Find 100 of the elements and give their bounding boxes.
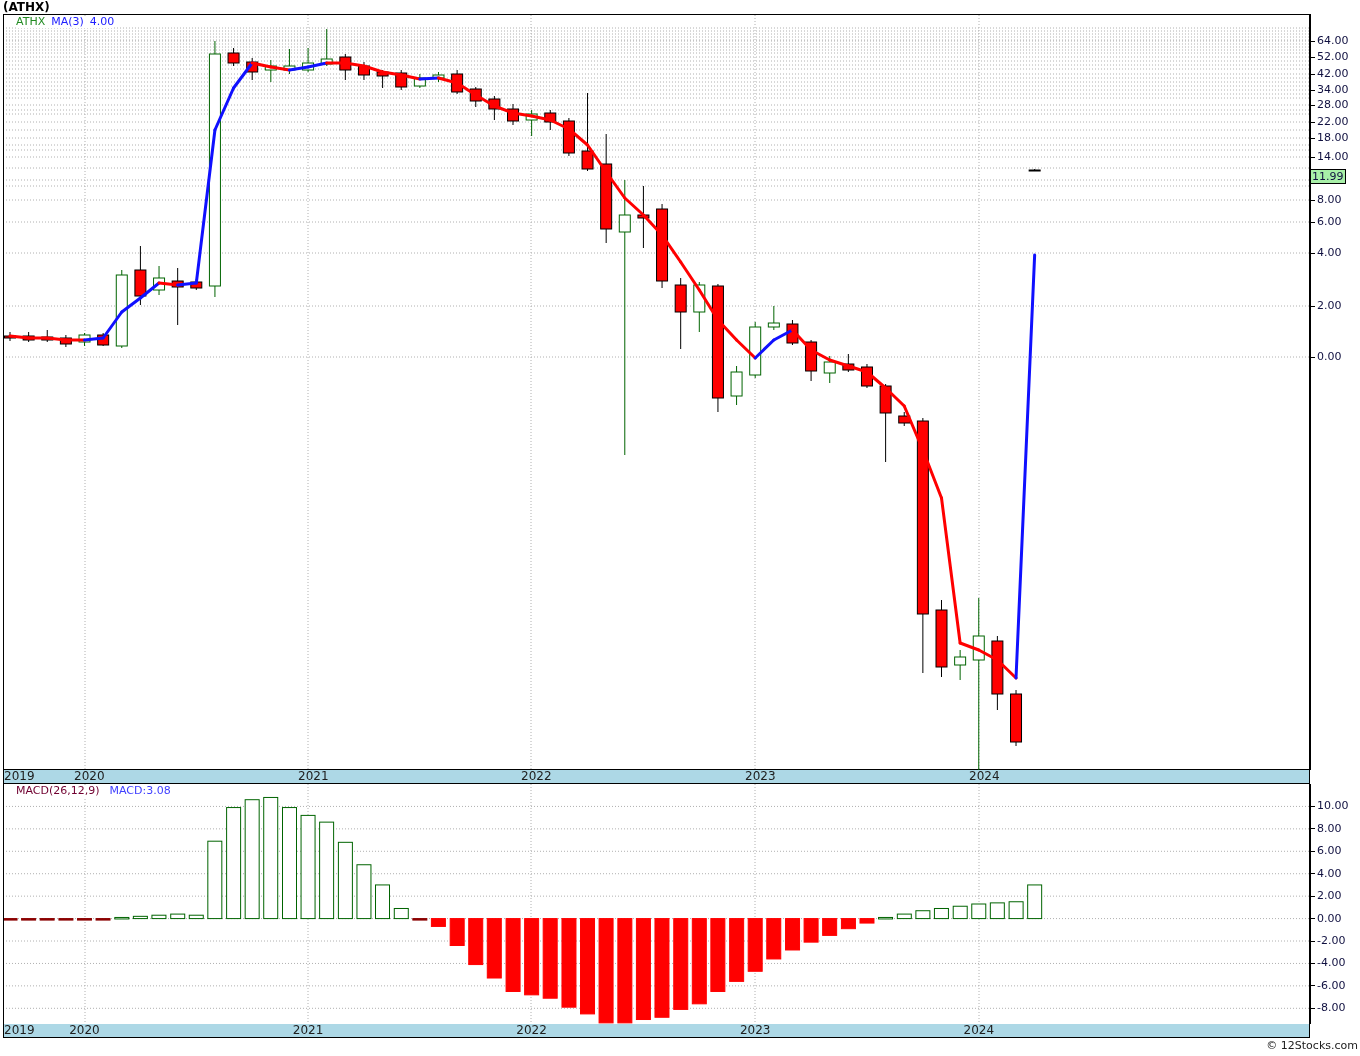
year-label: 2021 xyxy=(298,769,329,783)
macd-bar xyxy=(375,884,390,920)
macd-bar xyxy=(933,908,949,920)
price-label: 2.00 xyxy=(1317,299,1342,313)
year-label: 2019 xyxy=(4,1023,35,1037)
macd-bar xyxy=(21,918,37,921)
candlestick xyxy=(786,319,799,346)
macd-bar xyxy=(896,913,912,920)
macd-bar xyxy=(188,914,204,920)
candlestick xyxy=(954,649,967,681)
candlestick xyxy=(767,305,780,331)
candlestick xyxy=(246,57,259,81)
candlestick xyxy=(283,48,296,75)
candlestick xyxy=(1010,689,1022,747)
macd-bar xyxy=(747,918,763,972)
macd-bar xyxy=(989,902,1005,920)
macd-bar xyxy=(356,864,372,920)
macd-bar xyxy=(412,918,428,921)
symbol-label: ATHX xyxy=(16,16,46,28)
macd-axis-label: 2.00 xyxy=(1317,889,1342,904)
macd-bar xyxy=(803,918,819,943)
year-label: 2022 xyxy=(521,769,552,783)
candlestick xyxy=(507,103,519,126)
candlestick xyxy=(339,53,352,81)
macd-bar xyxy=(449,918,465,946)
year-label: 2022 xyxy=(516,1023,547,1037)
price-label: 42.00 xyxy=(1317,67,1349,81)
candlestick xyxy=(153,265,166,296)
macd-axis-label: 0.00 xyxy=(1317,911,1342,926)
candlestick xyxy=(525,109,538,137)
macd-bar xyxy=(822,918,838,936)
candlestick xyxy=(190,278,203,291)
candlestick xyxy=(432,71,445,83)
macd-bar xyxy=(151,914,167,920)
macd-axis-label: -2.00 xyxy=(1317,934,1346,948)
macd-axis-label: 8.00 xyxy=(1317,821,1342,836)
price-label: 28.00 xyxy=(1317,98,1349,112)
price-label: 22.00 xyxy=(1317,115,1349,129)
macd-bar xyxy=(4,918,18,921)
macd-axis-label: 10.00 xyxy=(1317,799,1349,814)
candlestick xyxy=(357,61,370,81)
macd-bar xyxy=(952,905,968,920)
price-label: 52.00 xyxy=(1317,50,1349,64)
candlestick xyxy=(749,321,762,379)
macd-bar xyxy=(486,918,502,979)
year-label: 2020 xyxy=(74,769,105,783)
macd-bar xyxy=(878,916,894,920)
macd-axis-label: -6.00 xyxy=(1317,978,1346,993)
macd-bar xyxy=(971,903,987,920)
macd-axis-label: -4.00 xyxy=(1317,956,1346,971)
copyright-credit: © 12Stocks.com xyxy=(1266,1038,1358,1054)
candlestick xyxy=(861,363,873,389)
macd-bar xyxy=(77,918,92,921)
candlestick xyxy=(805,339,818,382)
price-label: 14.00 xyxy=(1317,150,1349,164)
candlestick xyxy=(395,69,408,91)
macd-bar xyxy=(58,918,74,921)
macd-bar xyxy=(915,910,931,920)
price-label: 0.00 xyxy=(1317,350,1342,364)
price-label: 4.00 xyxy=(1317,246,1342,260)
price-label: 6.00 xyxy=(1317,215,1342,229)
macd-bar xyxy=(393,908,409,920)
macd-bar xyxy=(859,918,875,924)
macd-bar xyxy=(1027,884,1043,920)
candlestick xyxy=(842,353,855,373)
macd-axis-label: -8.00 xyxy=(1317,1001,1346,1016)
macd-bar xyxy=(430,918,446,927)
candlestick xyxy=(22,331,35,343)
macd-bar xyxy=(95,918,111,921)
candlestick xyxy=(376,69,389,89)
macd-bar xyxy=(468,918,484,966)
macd-axis-label: 4.00 xyxy=(1317,866,1342,881)
macd-bar xyxy=(766,918,782,960)
candlestick xyxy=(78,332,91,347)
macd-bar xyxy=(785,918,801,951)
candlestick xyxy=(264,59,277,83)
candlestick xyxy=(171,267,184,326)
indicator-label: MA(3) xyxy=(51,16,84,28)
year-label: 2019 xyxy=(4,769,35,783)
candlestick xyxy=(227,47,240,67)
candlestick xyxy=(730,365,743,406)
year-label: 2023 xyxy=(739,1023,771,1037)
candlestick xyxy=(488,95,501,121)
price-label: 8.00 xyxy=(1317,193,1342,207)
year-label: 2024 xyxy=(969,769,1000,783)
price-label: 34.00 xyxy=(1317,83,1349,97)
year-label: 2023 xyxy=(745,769,776,783)
candlestick xyxy=(693,281,706,333)
candlestick xyxy=(544,109,557,131)
candlestick xyxy=(823,355,836,384)
candlestick xyxy=(97,332,110,347)
price-label: 64.00 xyxy=(1317,34,1349,48)
year-label: 2024 xyxy=(963,1023,995,1037)
candlestick xyxy=(637,185,650,249)
candlestick xyxy=(302,47,315,73)
macd-value: MACD:3.08 xyxy=(109,785,171,797)
macd-bar xyxy=(132,915,148,920)
candlestick xyxy=(469,86,482,108)
chart-title: (ATHX) xyxy=(2,0,51,14)
year-label: 2020 xyxy=(69,1023,100,1037)
